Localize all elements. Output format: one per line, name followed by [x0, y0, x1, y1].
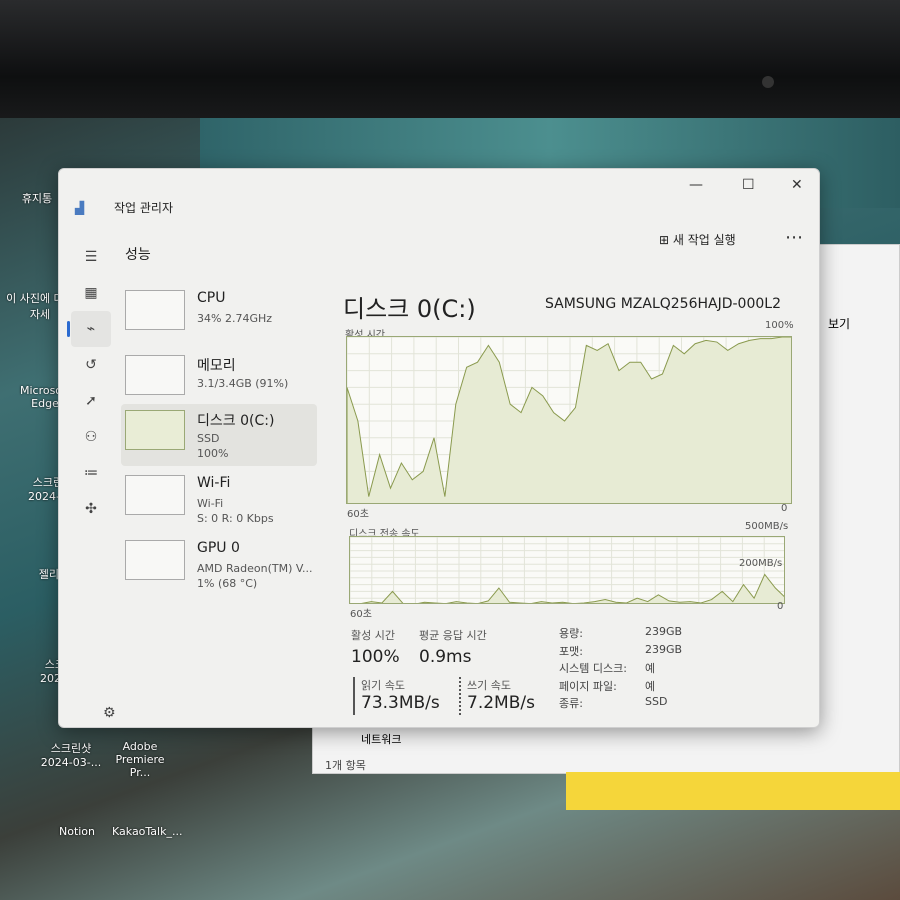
- page-title: 성능: [125, 247, 151, 263]
- active-time-label: 활성 시간: [351, 629, 395, 642]
- device-status: 100%: [197, 447, 229, 460]
- device-name: GPU 0: [197, 540, 240, 556]
- device-thumbnail-graph: [125, 475, 185, 515]
- desktop-icon-notion[interactable]: Notion: [42, 825, 112, 838]
- device-item[interactable]: Wi-Fi Wi-Fi S: 0 R: 0 Kbps: [121, 469, 317, 531]
- device-name: CPU: [197, 290, 226, 306]
- property-value: 예: [645, 679, 656, 693]
- maximize-button[interactable]: ☐: [742, 177, 755, 193]
- users-icon[interactable]: ⚇: [71, 419, 111, 455]
- device-thumbnail-graph: [125, 540, 185, 580]
- property-label: 페이지 파일:: [559, 679, 617, 693]
- task-manager-window: ▟ 작업 관리자 — ☐ ✕ ☰ ▦ ⌁ ↺ ➚ ⚇ ≔ ✣ ⚙ 성능 ⊞ 새 …: [58, 168, 820, 728]
- write-speed-value: 7.2MB/s: [467, 693, 535, 713]
- chart2-mid: 200MB/s: [739, 558, 783, 569]
- chart1-max: 100%: [765, 320, 794, 331]
- property-value: SSD: [645, 695, 668, 708]
- view-button[interactable]: 보기: [828, 315, 850, 332]
- disk-model: SAMSUNG MZALQ256HAJD-000L2: [545, 296, 781, 312]
- chart2-time: 60초: [350, 609, 372, 620]
- read-speed-label: 읽기 속도: [361, 679, 405, 692]
- more-options-icon[interactable]: ⋯: [785, 227, 803, 248]
- app-history-icon[interactable]: ↺: [71, 347, 111, 383]
- chart2-max: 500MB/s: [745, 521, 789, 532]
- minimize-button[interactable]: —: [689, 177, 703, 193]
- new-task-button[interactable]: ⊞ 새 작업 실행: [659, 231, 736, 248]
- device-name: Wi-Fi: [197, 475, 231, 491]
- device-thumbnail-graph: [125, 290, 185, 330]
- desktop-icon-screenshot[interactable]: 스크린샷 2024-03-...: [36, 740, 106, 769]
- active-time-value: 100%: [351, 647, 400, 667]
- device-status: 1% (68 °C): [197, 577, 258, 590]
- startup-icon[interactable]: ➚: [71, 383, 111, 419]
- webcam: [762, 76, 774, 88]
- active-time-chart: [346, 336, 792, 504]
- disk-title: 디스크 0(C:): [343, 295, 476, 323]
- performance-icon[interactable]: ⌁: [67, 311, 111, 347]
- device-item[interactable]: 디스크 0(C:) SSD 100%: [121, 404, 317, 466]
- settings-icon[interactable]: ⚙: [103, 705, 116, 721]
- chart2-min: 0: [777, 601, 784, 612]
- chart1-min: 0: [781, 503, 788, 514]
- details-icon[interactable]: ≔: [71, 455, 111, 491]
- property-label: 시스템 디스크:: [559, 662, 627, 675]
- network-item[interactable]: 네트워크: [361, 731, 401, 747]
- app-icon: ▟: [75, 201, 85, 215]
- item-count: 1개 항목: [325, 759, 366, 772]
- device-detail: Wi-Fi: [197, 497, 224, 510]
- property-label: 용량:: [559, 627, 583, 640]
- device-name: 디스크 0(C:): [197, 413, 275, 429]
- transfer-rate-chart: [349, 536, 785, 604]
- property-value: 예: [645, 662, 656, 675]
- new-task-label: 새 작업 실행: [672, 233, 736, 247]
- write-divider: [459, 677, 461, 715]
- property-label: 포맷:: [559, 644, 583, 658]
- device-detail: AMD Radeon(TM) V...: [197, 562, 313, 575]
- property-value: 239GB: [645, 625, 683, 638]
- desktop-icon-premiere[interactable]: Adobe Premiere Pr...: [105, 740, 175, 779]
- chart1-time: 60초: [347, 509, 369, 520]
- device-item[interactable]: 메모리 3.1/3.4GB (91%): [121, 349, 317, 411]
- processes-icon[interactable]: ▦: [71, 275, 111, 311]
- device-detail: 34% 2.74GHz: [197, 312, 273, 325]
- services-icon[interactable]: ✣: [71, 491, 111, 527]
- device-thumbnail-graph: [125, 355, 185, 395]
- response-time-label: 평균 응답 시간: [419, 629, 487, 642]
- device-name: 메모리: [197, 358, 236, 374]
- property-value: 239GB: [645, 642, 683, 656]
- read-speed-value: 73.3MB/s: [361, 693, 440, 713]
- laptop-bezel: [0, 0, 900, 128]
- device-item[interactable]: GPU 0 AMD Radeon(TM) V... 1% (68 °C): [121, 534, 317, 596]
- close-button[interactable]: ✕: [791, 177, 803, 193]
- window-title: 작업 관리자: [114, 201, 174, 215]
- write-speed-label: 쓰기 속도: [467, 679, 511, 692]
- device-detail: 3.1/3.4GB (91%): [197, 377, 289, 390]
- read-divider: [353, 677, 355, 715]
- desktop-icon-kakaotalk[interactable]: KakaoTalk_...: [112, 825, 182, 838]
- device-item[interactable]: CPU 34% 2.74GHz: [121, 284, 317, 346]
- sticky-note: [566, 772, 900, 810]
- device-thumbnail-graph: [125, 410, 185, 450]
- device-detail: SSD: [197, 432, 220, 445]
- device-status: S: 0 R: 0 Kbps: [197, 512, 274, 525]
- response-time-value: 0.9ms: [419, 647, 472, 667]
- hamburger-menu-icon[interactable]: ☰: [71, 239, 111, 275]
- property-label: 종류:: [559, 697, 583, 710]
